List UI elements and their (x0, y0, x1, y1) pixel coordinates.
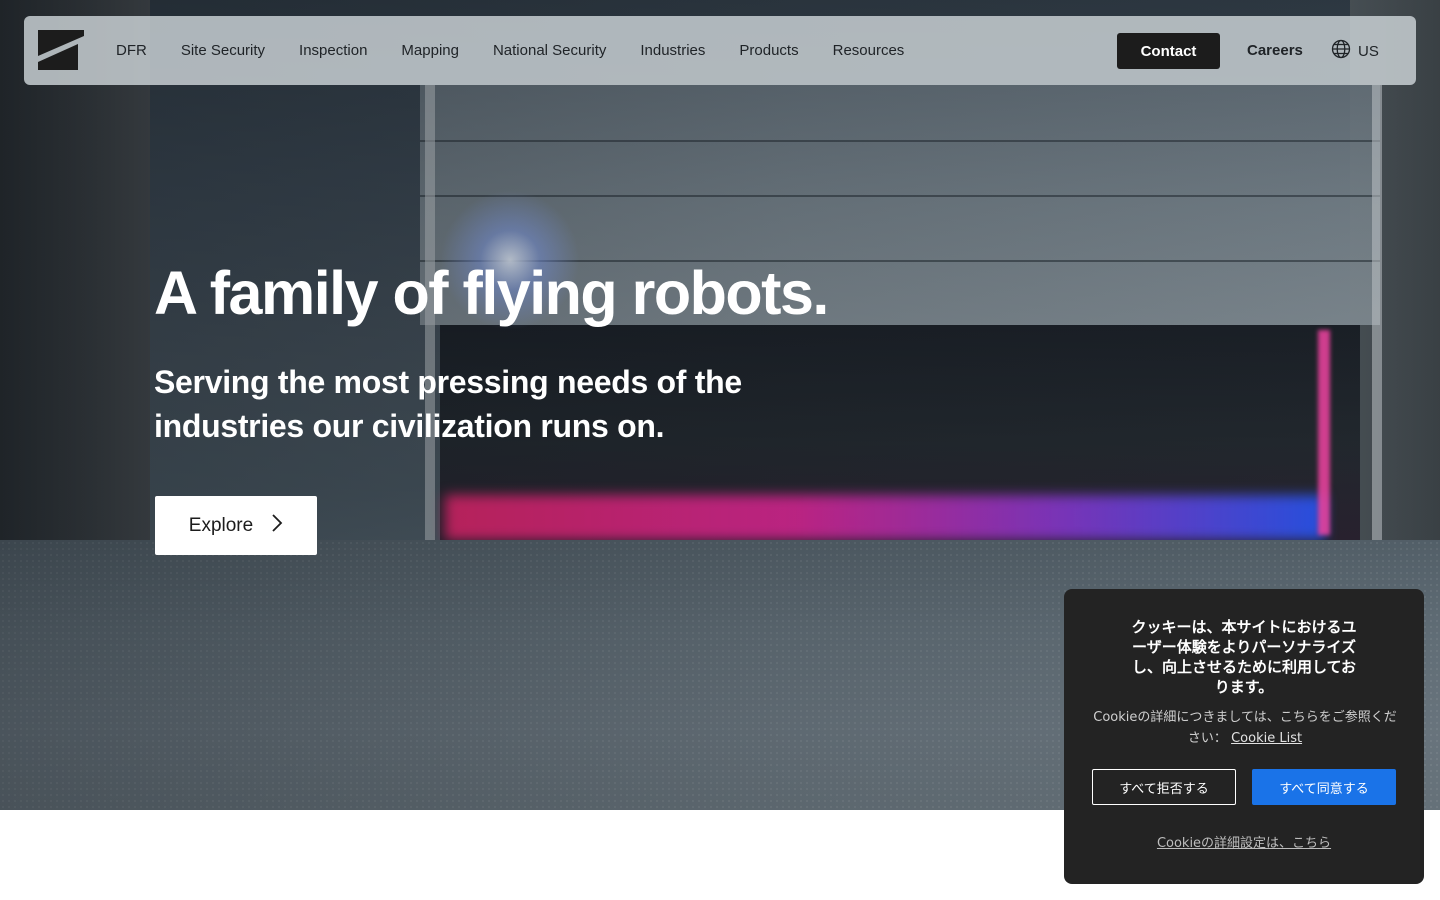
cookie-banner-title: クッキーは、本サイトにおけるユーザー体験をよりパーソナライズし、向上させるために… (1131, 618, 1357, 696)
accept-all-button[interactable]: すべて同意する (1252, 769, 1396, 805)
reject-all-button[interactable]: すべて拒否する (1092, 769, 1236, 805)
hero-title: A family of flying robots. (154, 259, 829, 327)
nav-item-resources[interactable]: Resources (833, 42, 905, 59)
nav-item-inspection[interactable]: Inspection (299, 42, 367, 59)
explore-button[interactable]: Explore (155, 496, 317, 555)
nav-item-products[interactable]: Products (739, 42, 798, 59)
hero-subtitle: Serving the most pressing needs of the i… (154, 364, 742, 444)
globe-icon (1331, 39, 1351, 64)
main-menu: DFR Site Security Inspection Mapping Nat… (116, 16, 904, 85)
cookie-settings-link[interactable]: Cookieの詳細設定は、こちら (1064, 832, 1424, 851)
contact-button[interactable]: Contact (1117, 33, 1220, 69)
locale-selector[interactable]: US (1331, 39, 1379, 64)
careers-link[interactable]: Careers (1247, 42, 1303, 59)
explore-label: Explore (188, 514, 254, 536)
skydio-logo-icon[interactable] (38, 30, 84, 70)
cookie-banner-description: Cookieの詳細につきましては、こちらをご参照ください： Cookie Lis… (1090, 707, 1400, 749)
chevron-right-icon (271, 513, 283, 539)
locale-label: US (1358, 43, 1379, 60)
top-navigation-bar: DFR Site Security Inspection Mapping Nat… (24, 16, 1416, 85)
nav-item-mapping[interactable]: Mapping (401, 42, 459, 59)
cookie-consent-banner: クッキーは、本サイトにおけるユーザー体験をよりパーソナライズし、向上させるために… (1064, 589, 1424, 884)
cookie-list-link[interactable]: Cookie List (1231, 731, 1302, 746)
nav-item-dfr[interactable]: DFR (116, 42, 147, 59)
nav-item-site-security[interactable]: Site Security (181, 42, 265, 59)
nav-item-industries[interactable]: Industries (640, 42, 705, 59)
nav-item-national-security[interactable]: National Security (493, 42, 606, 59)
